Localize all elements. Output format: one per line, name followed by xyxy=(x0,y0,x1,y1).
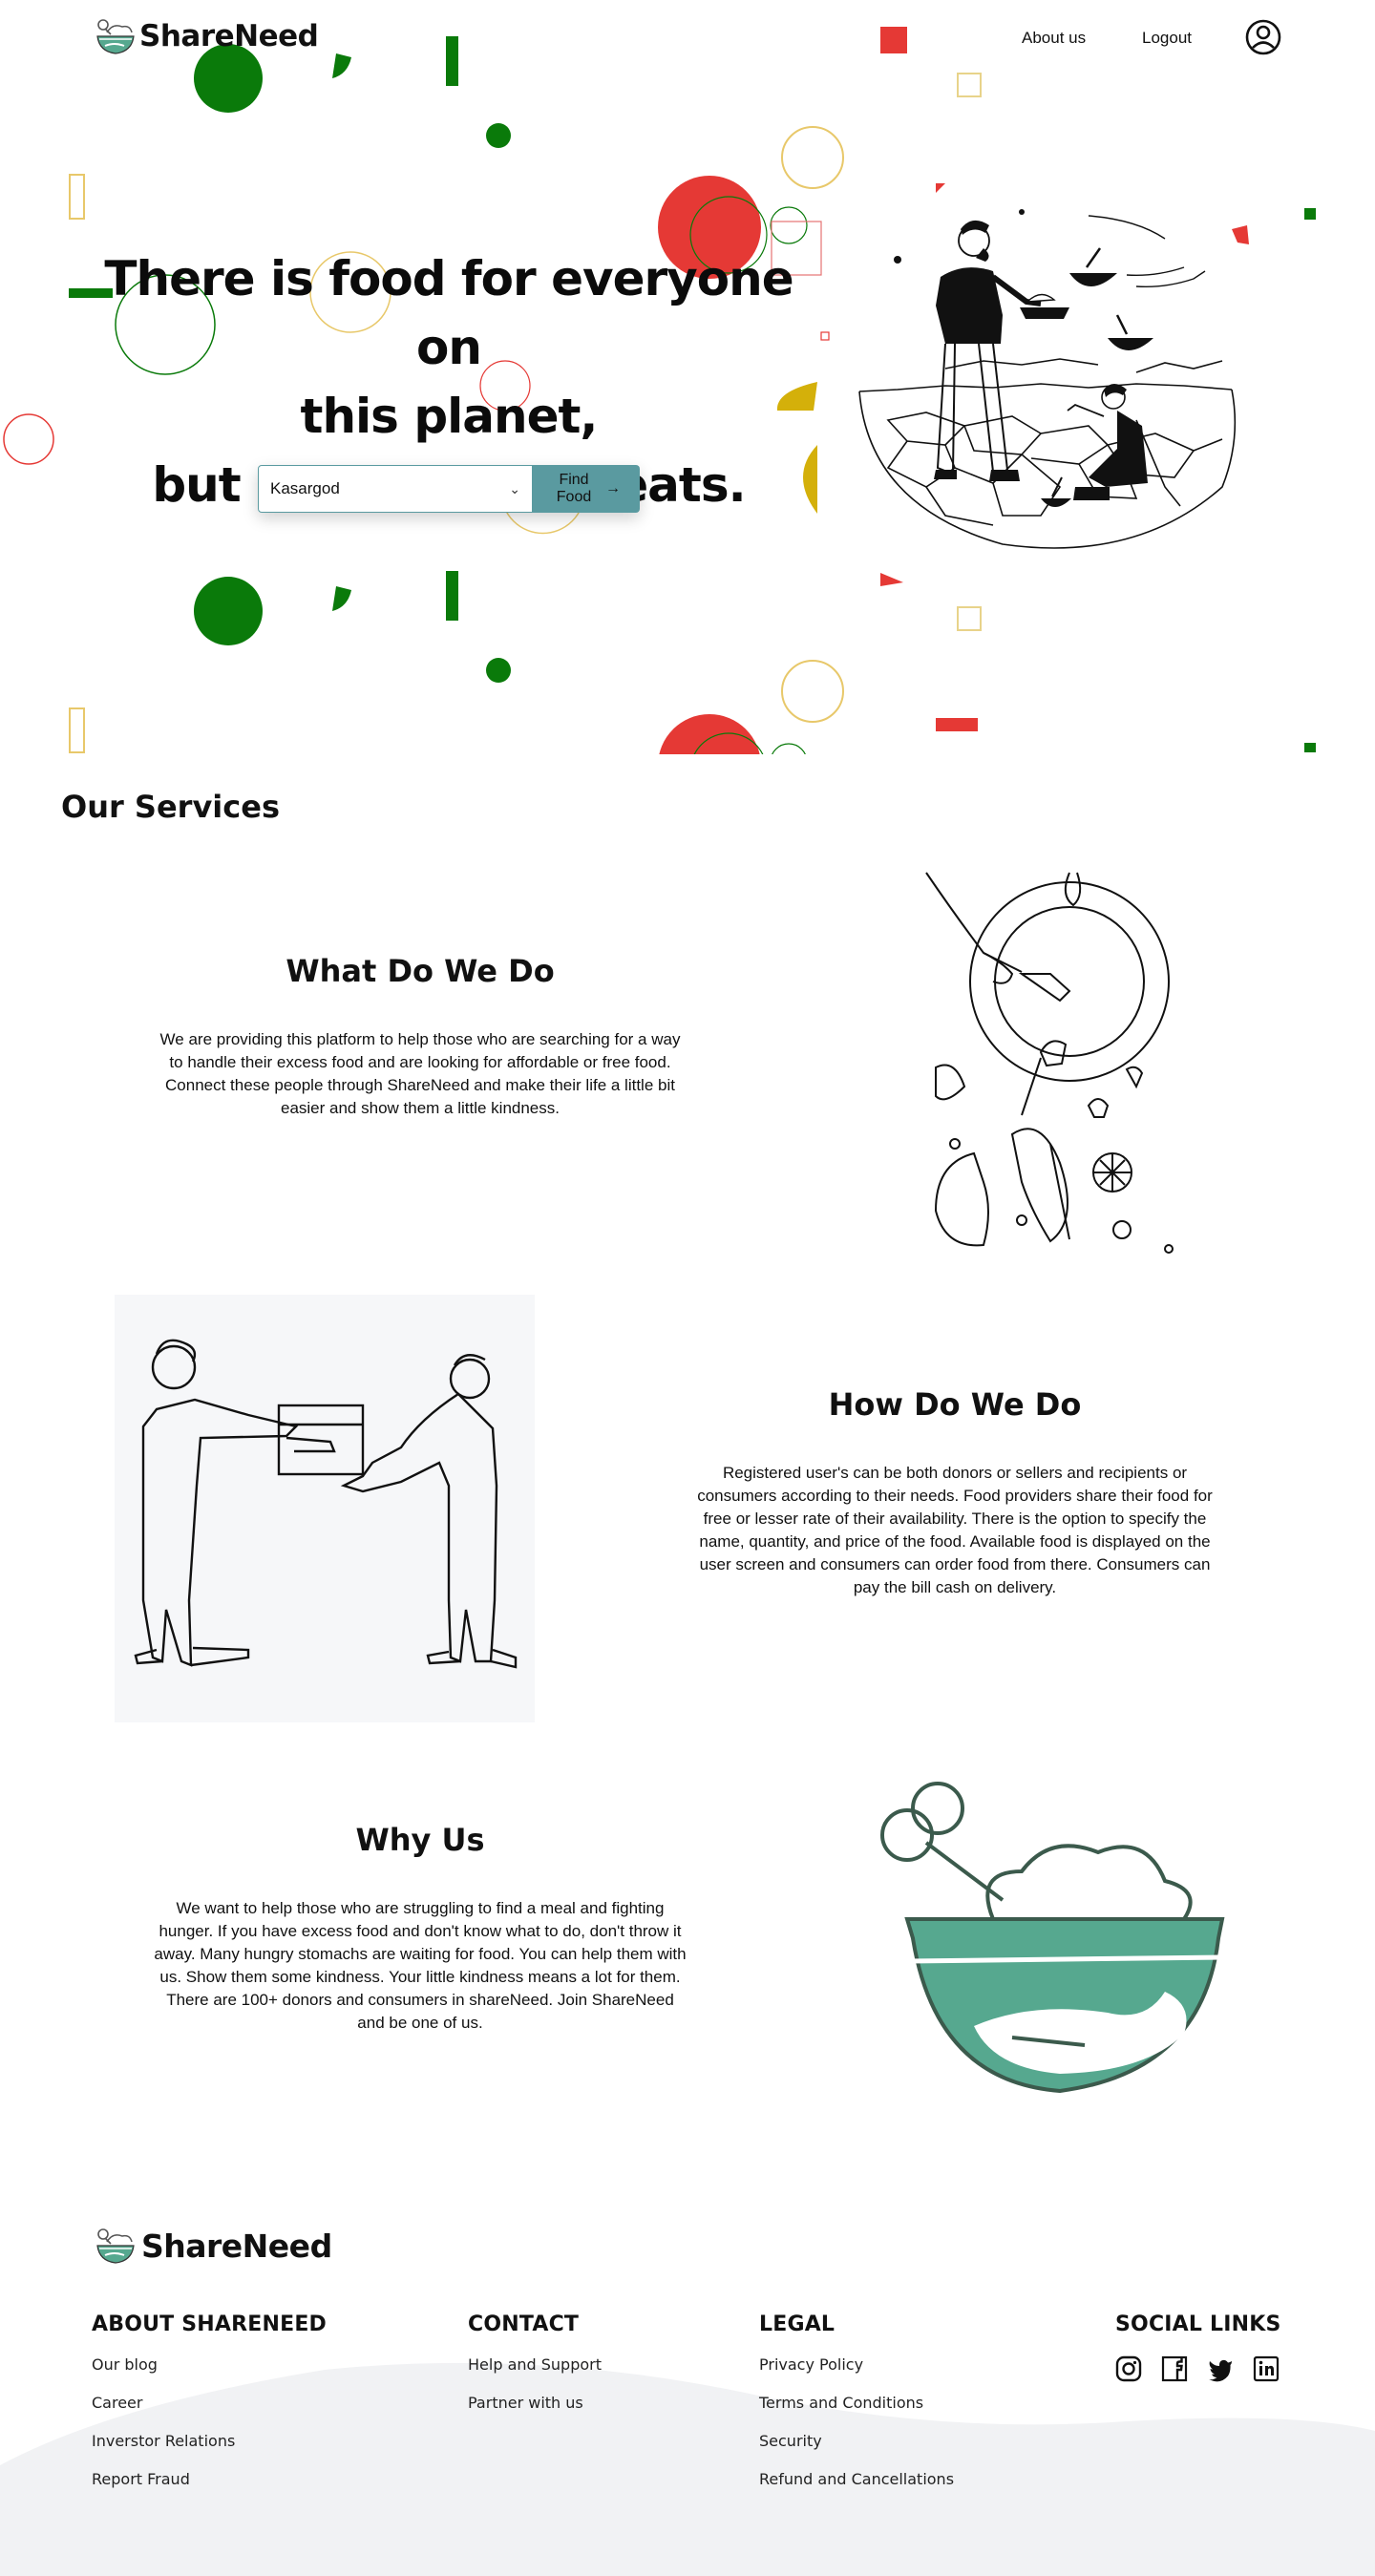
nav-logout[interactable]: Logout xyxy=(1142,29,1192,48)
plate-food-illustration xyxy=(925,872,1174,1254)
food-serving-illustration xyxy=(858,209,1237,549)
location-select[interactable]: Kasargod ⌄ xyxy=(258,465,533,513)
bowl-logo-icon xyxy=(96,19,135,54)
service-heading-how: How Do We Do xyxy=(828,1386,1082,1423)
service-text-why: We want to help those who are struggling… xyxy=(154,1899,687,2032)
footer-column-legal: LEGAL Privacy Policy Terms and Condition… xyxy=(759,2312,954,2508)
food-search-form: Kasargod ⌄ Find Food → xyxy=(258,465,640,513)
service-text-how: Registered user's can be both donors or … xyxy=(697,1464,1213,1596)
service-heading-why: Why Us xyxy=(355,1822,485,1858)
facebook-icon[interactable] xyxy=(1161,2355,1188,2382)
footer-heading-social: SOCIAL LINKS xyxy=(1115,2312,1281,2336)
footer-link-partner[interactable]: Partner with us xyxy=(468,2394,602,2432)
footer-link-our-blog[interactable]: Our blog xyxy=(92,2355,327,2394)
footer-heading-contact: CONTACT xyxy=(468,2312,580,2336)
hero-section: There is food for everyone on this plane… xyxy=(0,0,1375,754)
arrow-right-icon: → xyxy=(605,480,621,496)
footer-link-report-fraud[interactable]: Report Fraud xyxy=(92,2470,327,2508)
footer-link-security[interactable]: Security xyxy=(759,2432,954,2470)
find-food-button[interactable]: Find Food → xyxy=(533,465,640,513)
service-heading-what: What Do We Do xyxy=(286,953,555,989)
footer-heading-about: ABOUT SHARENEED xyxy=(92,2312,328,2336)
footer-link-refund[interactable]: Refund and Cancellations xyxy=(759,2470,954,2508)
footer-link-help-support[interactable]: Help and Support xyxy=(468,2355,602,2394)
find-food-label: Find Food xyxy=(552,472,596,506)
footer-link-terms[interactable]: Terms and Conditions xyxy=(759,2394,954,2432)
food-bowl-logo-illustration xyxy=(880,1782,1225,2094)
find-food-label-line-1: Find xyxy=(559,472,589,488)
footer-column-contact: CONTACT Help and Support Partner with us xyxy=(468,2312,602,2432)
instagram-icon[interactable] xyxy=(1115,2355,1142,2382)
bowl-logo-icon xyxy=(96,2228,135,2264)
linkedin-icon[interactable] xyxy=(1253,2355,1280,2382)
hero-title-line-1: There is food for everyone on xyxy=(104,251,793,375)
footer-link-privacy[interactable]: Privacy Policy xyxy=(759,2355,954,2394)
location-select-value: Kasargod xyxy=(270,479,340,497)
footer-heading-legal: LEGAL xyxy=(759,2312,836,2336)
hero-title-line-2: this planet, xyxy=(300,389,599,444)
footer-brand-name: ShareNeed xyxy=(141,2227,332,2265)
handing-box-illustration xyxy=(115,1295,535,1722)
footer-column-social: SOCIAL LINKS xyxy=(1115,2312,1281,2382)
service-text-what: We are providing this platform to help t… xyxy=(159,1030,681,1117)
user-circle-icon[interactable] xyxy=(1244,18,1282,56)
brand-name: ShareNeed xyxy=(139,19,319,53)
twitter-icon[interactable] xyxy=(1207,2355,1234,2382)
site-footer: ShareNeed ABOUT SHARENEED Our blog Caree… xyxy=(0,2196,1375,2576)
footer-brand-logo[interactable]: ShareNeed xyxy=(94,2227,332,2265)
find-food-label-line-2: Food xyxy=(556,489,592,505)
footer-link-career[interactable]: Career xyxy=(92,2394,327,2432)
nav-about-us[interactable]: About us xyxy=(1022,29,1086,48)
social-links xyxy=(1115,2355,1281,2382)
services-title: Our Services xyxy=(61,789,280,825)
footer-link-investor-relations[interactable]: Inverstor Relations xyxy=(92,2432,327,2470)
site-header: ShareNeed About us Logout xyxy=(0,0,1375,76)
chevron-down-icon: ⌄ xyxy=(509,480,520,496)
brand-logo[interactable]: ShareNeed xyxy=(94,17,319,55)
footer-column-about: ABOUT SHARENEED Our blog Career Inversto… xyxy=(92,2312,327,2508)
